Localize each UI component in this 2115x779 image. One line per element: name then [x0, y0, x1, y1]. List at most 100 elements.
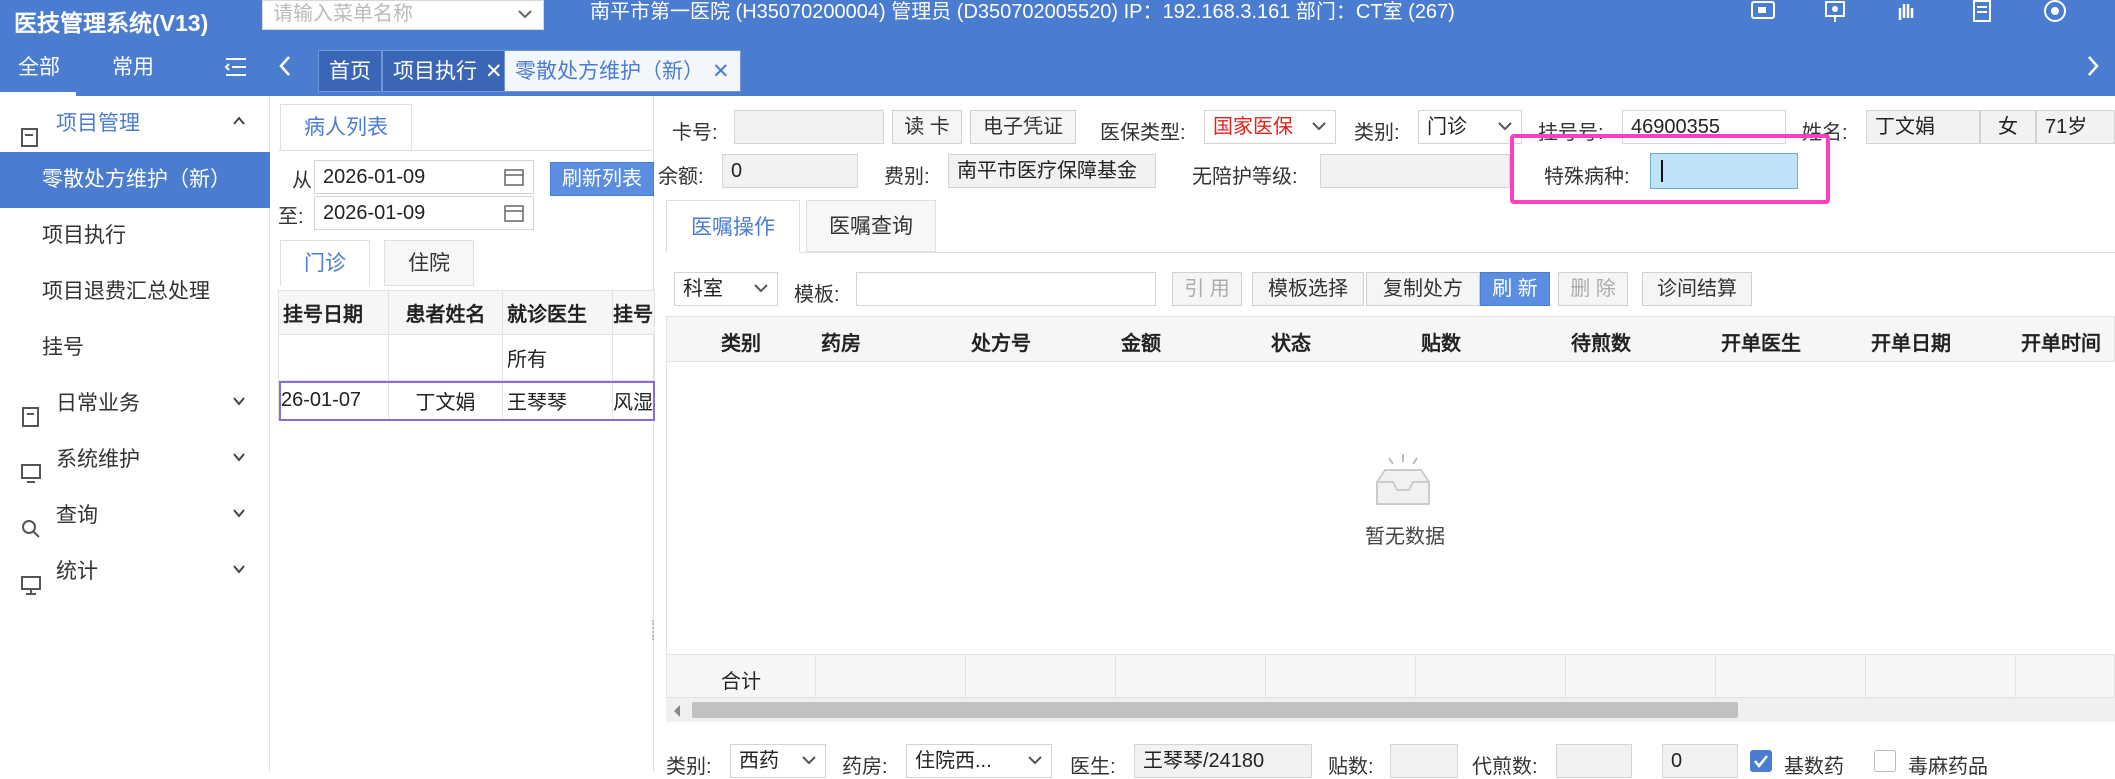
calendar-icon[interactable] — [504, 168, 524, 192]
sidebar-item-sysmaint[interactable]: 系统维护 — [0, 432, 270, 488]
narcotic-checkbox[interactable] — [1874, 750, 1896, 772]
chevron-down-icon — [232, 376, 246, 432]
count-field[interactable]: 0 — [1662, 744, 1738, 778]
chevron-down-icon — [232, 432, 246, 488]
tab-common[interactable]: 常用 — [112, 40, 154, 96]
card-label: 卡号: — [672, 122, 718, 144]
pharmacy-select[interactable]: 住院西... — [906, 744, 1052, 778]
sidebar-item-register[interactable]: 挂号 — [0, 320, 270, 376]
card-input[interactable] — [734, 110, 884, 144]
tab-patient-list[interactable]: 病人列表 — [280, 104, 412, 150]
chevron-down-icon — [1311, 111, 1327, 143]
hand-icon[interactable] — [1892, 0, 1922, 24]
column-header: 金额 — [1121, 333, 1161, 355]
orders-table-body: 暂无数据 — [666, 362, 2115, 654]
chevron-down-icon — [517, 1, 533, 36]
fee-type-label: 费别: — [884, 166, 930, 188]
menu-search-input[interactable]: 请输入菜单名称 — [262, 0, 544, 30]
table-row[interactable]: 26-01-07 丁文娟 王琴琴 风湿 — [278, 380, 655, 421]
escort-level-field[interactable] — [1320, 154, 1510, 188]
column-header: 处方号 — [971, 333, 1031, 355]
calendar-icon[interactable] — [504, 204, 524, 228]
template-label: 模板: — [794, 284, 840, 306]
filter-cell[interactable] — [278, 334, 389, 381]
template-select-button[interactable]: 模板选择 — [1252, 272, 1364, 306]
essential-drug-checkbox[interactable] — [1750, 750, 1772, 772]
sidebar-item-query[interactable]: 查询 — [0, 488, 270, 544]
total-label: 合计 — [721, 671, 761, 693]
search-icon — [20, 506, 42, 538]
column-header: 待煎数 — [1571, 333, 1631, 355]
certificate-icon[interactable] — [1820, 0, 1850, 24]
sidebar-item-refund[interactable]: 项目退费汇总处理 — [0, 264, 270, 320]
sidebar-item-project-exec[interactable]: 项目执行 — [0, 208, 270, 264]
close-icon[interactable]: ✕ — [712, 60, 730, 83]
menu-collapse-icon[interactable] — [224, 56, 248, 78]
tab-inpatient[interactable]: 住院 — [384, 240, 474, 286]
category-select[interactable]: 门诊 — [1418, 110, 1522, 144]
filter-cell[interactable] — [388, 334, 503, 381]
logout-icon[interactable] — [2040, 0, 2070, 24]
divider — [1715, 655, 1716, 699]
page-tab-prescription[interactable]: 零散处方维护（新） ✕ — [504, 50, 741, 92]
essential-drug-label: 基数药 — [1784, 756, 1844, 778]
clinic-settlement-button[interactable]: 诊间结算 — [1642, 272, 1752, 306]
orders-total-row: 合计 — [666, 654, 2115, 699]
scrollbar-thumb[interactable] — [692, 702, 1738, 718]
sidebar-item-project-mgmt[interactable]: 项目管理 — [0, 96, 270, 152]
highlight-box — [1510, 134, 1830, 204]
sidebar-item-stats[interactable]: 统计 — [0, 544, 270, 600]
sidebar-item-daily[interactable]: 日常业务 — [0, 376, 270, 432]
tab-bar: 全部 常用 首页 项目执行 ✕ 零散处方维护（新） ✕ — [0, 40, 2115, 96]
refresh-list-button[interactable]: 刷新列表 — [550, 162, 654, 196]
splitter-handle[interactable] — [652, 620, 656, 640]
tabs-scroll-left-icon[interactable] — [278, 54, 292, 84]
bottom-category-select[interactable]: 西药 — [730, 744, 826, 778]
delete-button[interactable]: 删 除 — [1558, 272, 1628, 306]
template-input[interactable] — [856, 272, 1156, 306]
dept-select[interactable]: 科室 — [674, 272, 778, 306]
scroll-left-icon[interactable] — [672, 702, 682, 725]
column-header: 就诊医生 — [502, 290, 613, 335]
insurance-type-select[interactable]: 国家医保 — [1204, 110, 1336, 144]
horizontal-scrollbar[interactable] — [666, 698, 2115, 722]
page-tab-project-exec[interactable]: 项目执行 ✕ — [382, 50, 514, 92]
column-header: 挂号日期 — [278, 290, 389, 335]
tab-all[interactable]: 全部 — [18, 40, 60, 96]
sidebar-item-prescription[interactable]: 零散处方维护（新） — [0, 152, 270, 208]
filter-cell[interactable]: 所有 — [502, 334, 613, 381]
balance-field: 0 — [722, 154, 858, 188]
category-label: 类别: — [1354, 122, 1400, 144]
monitor-icon[interactable] — [1748, 0, 1778, 24]
close-icon[interactable]: ✕ — [485, 60, 503, 83]
document-icon[interactable] — [1966, 0, 1996, 24]
tab-order-operations[interactable]: 医嘱操作 — [666, 200, 800, 253]
page-tab-home[interactable]: 首页 — [318, 50, 382, 92]
chevron-down-icon — [1027, 745, 1043, 777]
name-value: 丁文娟 — [1875, 116, 1935, 138]
date-from-value: 2026-01-09 — [323, 166, 426, 188]
column-header: 挂号 — [612, 290, 655, 335]
decoct-input[interactable] — [1556, 744, 1632, 778]
tab-outpatient[interactable]: 门诊 — [280, 240, 370, 286]
e-voucher-button[interactable]: 电子凭证 — [970, 110, 1076, 144]
divider — [1565, 655, 1566, 699]
quote-button[interactable]: 引 用 — [1172, 272, 1242, 306]
doctor-field[interactable]: 王琴琴/24180 — [1134, 744, 1312, 778]
app-title: 医技管理系统(V13) — [14, 10, 209, 36]
date-from-input[interactable]: 2026-01-09 — [314, 160, 534, 194]
read-card-button[interactable]: 读 卡 — [892, 110, 962, 144]
balance-value: 0 — [731, 160, 743, 182]
divider — [1415, 655, 1416, 699]
sidebar: 项目管理 零散处方维护（新） 项目执行 项目退费汇总处理 挂号 日常业务 系统维… — [0, 96, 270, 772]
filter-cell[interactable] — [612, 334, 655, 381]
column-header: 贴数 — [1421, 333, 1461, 355]
refresh-button[interactable]: 刷 新 — [1480, 272, 1550, 306]
divider — [1115, 655, 1116, 699]
empty-text: 暂无数据 — [1365, 526, 1445, 548]
tabs-scroll-right-icon[interactable] — [2086, 54, 2100, 84]
copy-prescription-button[interactable]: 复制处方 — [1366, 272, 1480, 306]
date-to-input[interactable]: 2026-01-09 — [314, 196, 534, 230]
packs-input[interactable] — [1390, 744, 1458, 778]
tab-order-query[interactable]: 医嘱查询 — [806, 200, 936, 252]
